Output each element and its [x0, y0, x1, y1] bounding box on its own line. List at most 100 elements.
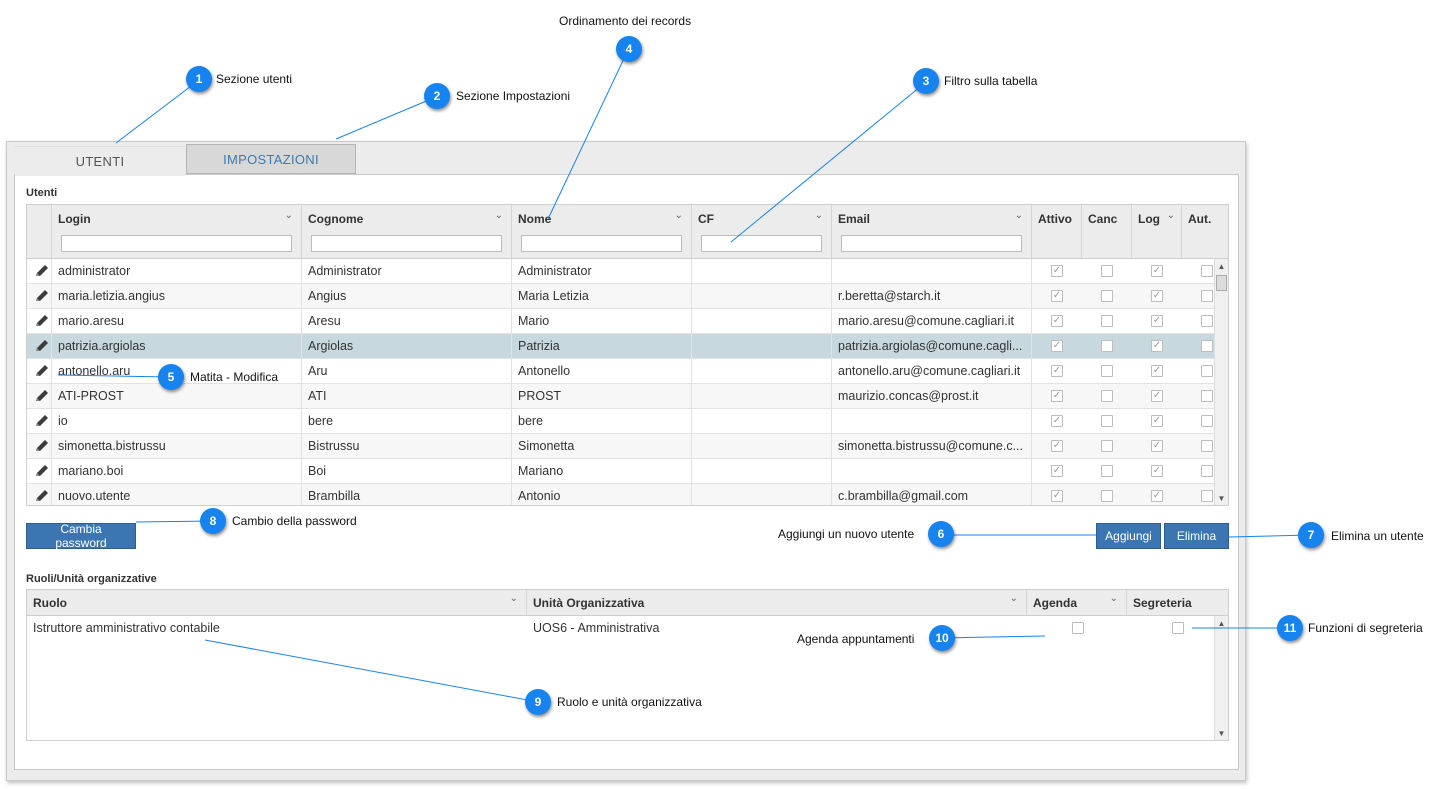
attivo-checkbox[interactable]: ✓: [1051, 415, 1063, 427]
col-aut[interactable]: Aut.: [1182, 205, 1228, 258]
scroll-thumb[interactable]: [1216, 275, 1227, 291]
log-checkbox[interactable]: ✓: [1151, 390, 1163, 402]
chevron-down-icon[interactable]: ⌄: [495, 210, 503, 221]
chevron-down-icon[interactable]: ⌄: [510, 593, 518, 604]
table-row[interactable]: ATI-PROST ATI PROST maurizio.concas@prost.i…: [27, 384, 1214, 409]
segreteria-checkbox[interactable]: [1172, 622, 1184, 634]
table-row[interactable]: maria.letizia.angius Angius Maria Letizia r…: [27, 284, 1214, 309]
aut-checkbox[interactable]: [1201, 365, 1213, 377]
table-row[interactable]: patrizia.argiolas Argiolas Patrizia patrizi…: [27, 334, 1214, 359]
attivo-checkbox[interactable]: ✓: [1051, 340, 1063, 352]
log-checkbox[interactable]: ✓: [1151, 315, 1163, 327]
edit-cell[interactable]: [27, 359, 52, 384]
attivo-checkbox[interactable]: ✓: [1051, 390, 1063, 402]
pencil-icon[interactable]: [33, 438, 51, 454]
table-row[interactable]: administrator Administrator Administrator ✓…: [27, 259, 1214, 284]
tab-impostazioni[interactable]: IMPOSTAZIONI: [186, 144, 356, 174]
edit-cell[interactable]: [27, 284, 52, 309]
canc-checkbox[interactable]: [1101, 265, 1113, 277]
aut-checkbox[interactable]: [1201, 265, 1213, 277]
chevron-down-icon[interactable]: ⌄: [815, 210, 823, 221]
aut-checkbox[interactable]: [1201, 340, 1213, 352]
pencil-icon[interactable]: [33, 413, 51, 429]
attivo-checkbox[interactable]: ✓: [1051, 290, 1063, 302]
scroll-up-icon[interactable]: ▲: [1215, 261, 1228, 273]
filter-nome-input[interactable]: [521, 235, 682, 252]
attivo-checkbox[interactable]: ✓: [1051, 315, 1063, 327]
change-password-button[interactable]: Cambia password: [26, 522, 136, 550]
col-log[interactable]: Log ⌄: [1132, 205, 1182, 258]
attivo-checkbox[interactable]: ✓: [1051, 365, 1063, 377]
attivo-checkbox[interactable]: ✓: [1051, 465, 1063, 477]
scroll-up-icon[interactable]: ▲: [1215, 618, 1228, 630]
filter-cognome-input[interactable]: [311, 235, 502, 252]
filter-email-input[interactable]: [841, 235, 1022, 252]
edit-cell[interactable]: [27, 409, 52, 434]
canc-checkbox[interactable]: [1101, 490, 1113, 502]
pencil-icon[interactable]: [33, 288, 51, 304]
chevron-down-icon[interactable]: ⌄: [1167, 210, 1175, 221]
col-segreteria[interactable]: Segreteria: [1127, 590, 1228, 615]
col-nome[interactable]: Nome ⌄: [512, 205, 692, 258]
pencil-icon[interactable]: [33, 363, 51, 379]
canc-checkbox[interactable]: [1101, 290, 1113, 302]
chevron-down-icon[interactable]: ⌄: [1010, 593, 1018, 604]
canc-checkbox[interactable]: [1101, 390, 1113, 402]
table-row[interactable]: mariano.boi Boi Mariano ✓ ✓: [27, 459, 1214, 484]
pencil-icon[interactable]: [33, 463, 51, 479]
agenda-checkbox[interactable]: [1072, 622, 1084, 634]
log-checkbox[interactable]: ✓: [1151, 440, 1163, 452]
attivo-checkbox[interactable]: ✓: [1051, 440, 1063, 452]
attivo-checkbox[interactable]: ✓: [1051, 490, 1063, 502]
aut-checkbox[interactable]: [1201, 290, 1213, 302]
canc-checkbox[interactable]: [1101, 340, 1113, 352]
table-row[interactable]: nuovo.utente Brambilla Antonio c.brambilla@…: [27, 484, 1214, 505]
pencil-icon[interactable]: [33, 338, 51, 354]
filter-login-input[interactable]: [61, 235, 292, 252]
users-grid-scrollbar[interactable]: ▲ ▼: [1214, 259, 1228, 505]
log-checkbox[interactable]: ✓: [1151, 340, 1163, 352]
add-user-button[interactable]: Aggiungi: [1096, 523, 1161, 549]
chevron-down-icon[interactable]: ⌄: [285, 210, 293, 221]
scroll-down-icon[interactable]: ▼: [1215, 493, 1228, 505]
table-row[interactable]: simonetta.bistrussu Bistrussu Simonetta sim…: [27, 434, 1214, 459]
col-canc[interactable]: Canc: [1082, 205, 1132, 258]
pencil-icon[interactable]: [33, 388, 51, 404]
pencil-icon[interactable]: [33, 263, 51, 279]
edit-cell[interactable]: [27, 434, 52, 459]
canc-checkbox[interactable]: [1101, 465, 1113, 477]
log-checkbox[interactable]: ✓: [1151, 415, 1163, 427]
aut-checkbox[interactable]: [1201, 390, 1213, 402]
col-email[interactable]: Email ⌄: [832, 205, 1032, 258]
log-checkbox[interactable]: ✓: [1151, 465, 1163, 477]
edit-cell[interactable]: [27, 484, 52, 505]
canc-checkbox[interactable]: [1101, 440, 1113, 452]
table-row[interactable]: mario.aresu Aresu Mario mario.aresu@comune.…: [27, 309, 1214, 334]
edit-cell[interactable]: [27, 459, 52, 484]
col-unita[interactable]: Unità Organizzativa ⌄: [527, 590, 1027, 615]
col-login[interactable]: Login ⌄: [52, 205, 302, 258]
log-checkbox[interactable]: ✓: [1151, 265, 1163, 277]
col-agenda[interactable]: Agenda ⌄: [1027, 590, 1127, 615]
pencil-icon[interactable]: [33, 488, 51, 504]
pencil-icon[interactable]: [33, 313, 51, 329]
edit-cell[interactable]: [27, 259, 52, 284]
col-cognome[interactable]: Cognome ⌄: [302, 205, 512, 258]
table-row[interactable]: Istruttore amministrativo contabile UOS6…: [27, 616, 1214, 641]
col-cf[interactable]: CF ⌄: [692, 205, 832, 258]
roles-grid-scrollbar[interactable]: ▲ ▼: [1214, 616, 1228, 740]
aut-checkbox[interactable]: [1201, 440, 1213, 452]
canc-checkbox[interactable]: [1101, 415, 1113, 427]
log-checkbox[interactable]: ✓: [1151, 365, 1163, 377]
log-checkbox[interactable]: ✓: [1151, 290, 1163, 302]
table-row[interactable]: io bere bere ✓ ✓: [27, 409, 1214, 434]
delete-user-button[interactable]: Elimina: [1164, 523, 1229, 549]
col-attivo[interactable]: Attivo: [1032, 205, 1082, 258]
chevron-down-icon[interactable]: ⌄: [1110, 593, 1118, 604]
scroll-down-icon[interactable]: ▼: [1215, 728, 1228, 740]
edit-cell[interactable]: [27, 334, 52, 359]
filter-cf-input[interactable]: [701, 235, 822, 252]
tab-utenti[interactable]: UTENTI: [15, 146, 185, 176]
aut-checkbox[interactable]: [1201, 415, 1213, 427]
aut-checkbox[interactable]: [1201, 490, 1213, 502]
